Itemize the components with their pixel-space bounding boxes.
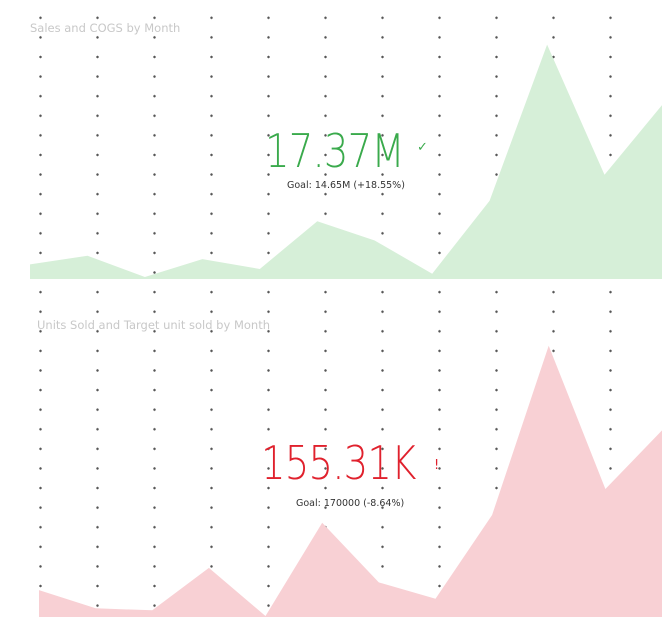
visual-title: Sales and COGS by Month [30,21,181,35]
goal-value: 170000 [323,498,361,509]
kpi-value: 17.37M [265,124,405,178]
alert-icon: ! [434,458,440,473]
check-icon: ✓ [417,140,428,155]
kpi-value: 155.31K [261,436,417,490]
kpi-visual-units[interactable]: Units Sold and Target unit sold by Month… [0,306,666,621]
kpi-visual-sales[interactable]: Sales and COGS by Month 17.37M ✓ Goal: 14… [0,0,666,292]
visual-title: Units Sold and Target unit sold by Month [37,318,270,332]
goal-delta: (+18.55%) [353,180,405,191]
goal-value: 14.65M [314,180,351,191]
goal-label: Goal: [296,498,321,509]
goal-label: Goal: [287,180,312,191]
kpi-goal: Goal: 170000 (-8.64%) [296,498,404,509]
goal-delta: (-8.64%) [363,498,405,509]
report-canvas: Sales and COGS by Month 17.37M ✓ Goal: 14… [0,0,666,621]
kpi-goal: Goal: 14.65M (+18.55%) [287,180,405,191]
